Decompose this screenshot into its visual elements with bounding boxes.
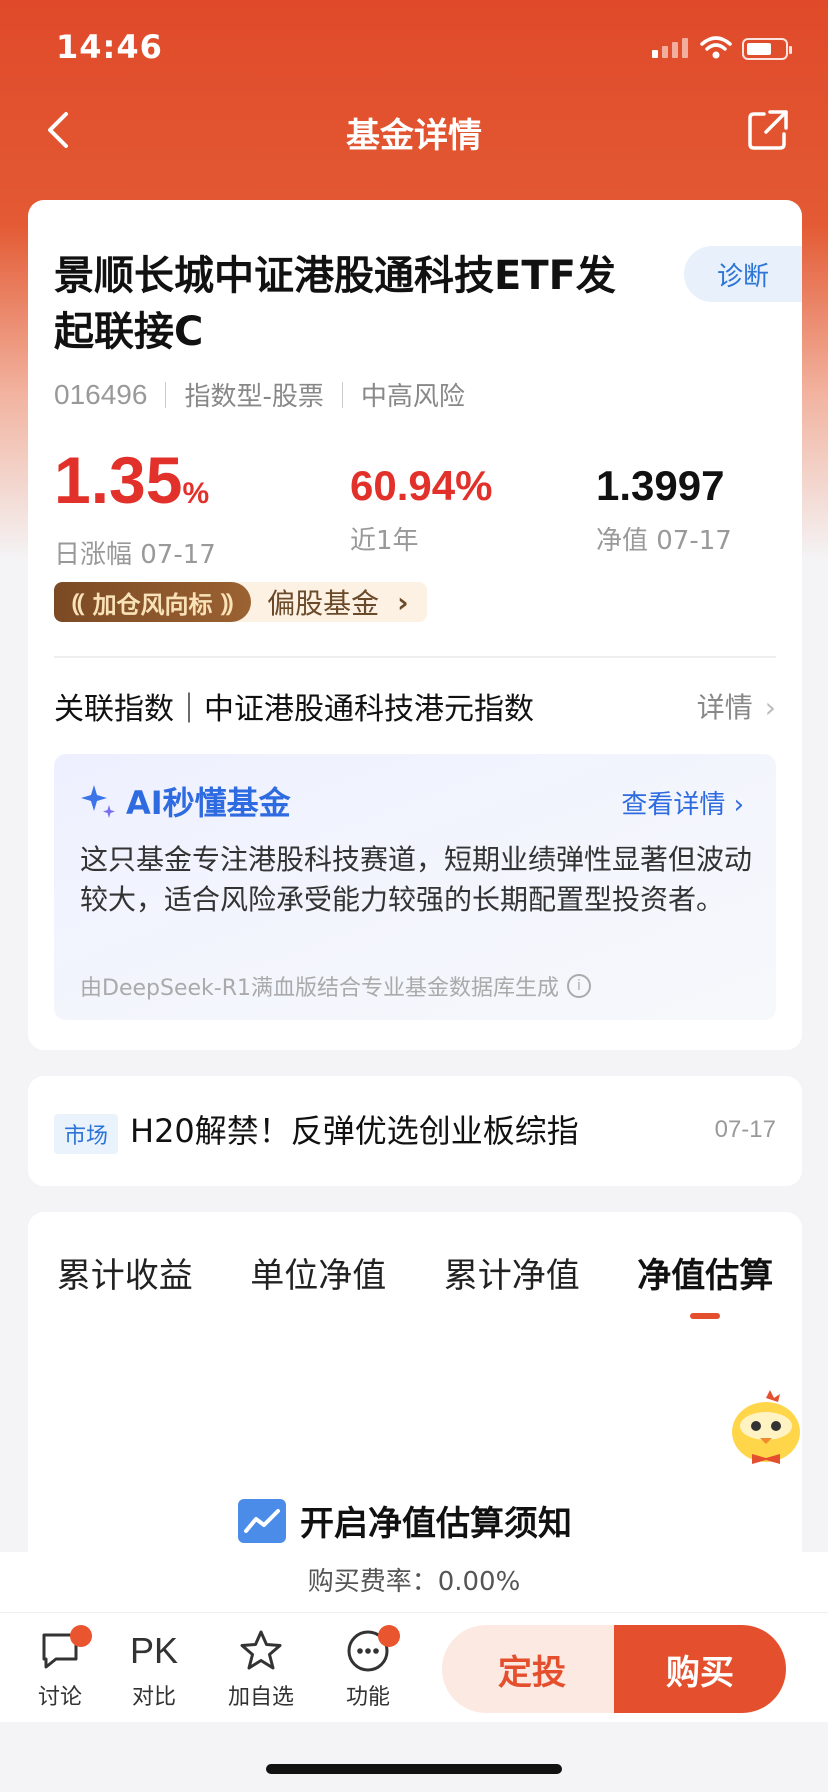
nav-label: 净值 07-17: [596, 526, 732, 556]
divider: [341, 381, 343, 408]
tab-unit-nav[interactable]: 单位净值: [250, 1248, 386, 1319]
year-return-value: 60.94%: [350, 462, 493, 509]
nav-estimate-notice[interactable]: 开启净值估算须知: [238, 1496, 572, 1545]
chevron-right-icon: ›: [397, 585, 409, 619]
auto-invest-button[interactable]: 定投: [442, 1625, 622, 1713]
nav-stat: 1.3997 净值 07-17: [596, 456, 732, 557]
pk-icon: PK: [129, 1630, 179, 1671]
page-title: 基金详情: [346, 116, 482, 156]
add-watchlist-label: 加自选: [227, 1685, 294, 1710]
trend-chart-icon: [238, 1498, 286, 1543]
related-index-label: 关联指数｜中证港股通科技港元指数: [54, 692, 534, 727]
buy-button[interactable]: 购买: [614, 1625, 786, 1713]
diagnose-button[interactable]: 诊断: [684, 246, 802, 302]
ai-title: AI秒懂基金: [78, 778, 291, 824]
fund-summary-card: 景顺长城中证港股通科技ETF发起联接C 诊断 016496 指数型-股票 中高风…: [28, 200, 802, 1050]
chart-tabs: 累计收益 单位净值 累计净值 净值估算: [28, 1248, 802, 1319]
ai-summary-text: 这只基金专注港股科技赛道，短期业绩弹性显著但波动较大，适合风险承受能力较强的长期…: [80, 843, 753, 916]
wind-badge-label: ⸨ 加仓风向标 ⸩: [54, 582, 252, 622]
daily-change-value: 1.35%: [54, 443, 210, 517]
wifi-icon: [700, 36, 732, 59]
bottom-toolbar: 讨论 PK 对比 加自选 功能 定投 购买: [0, 1612, 828, 1722]
year-return-label: 近1年: [350, 526, 419, 556]
fund-code: 016496: [54, 378, 148, 410]
discuss-button[interactable]: 讨论: [20, 1623, 100, 1711]
ai-details-link[interactable]: 查看详情 ›: [621, 784, 744, 821]
status-bar: 14:46: [0, 0, 828, 100]
purchase-fee-rate: 购买费率：0.00%: [0, 1552, 828, 1612]
news-date: 07-17: [714, 1116, 776, 1143]
compare-label: 对比: [131, 1685, 176, 1710]
nav-bar: 基金详情: [0, 100, 828, 160]
compare-button[interactable]: PK 对比: [114, 1623, 194, 1711]
fund-meta: 016496 指数型-股票 中高风险: [54, 376, 465, 413]
nav-value: 1.3997: [596, 462, 725, 509]
fund-type: 指数型-股票: [184, 382, 324, 412]
news-tag: 市场: [54, 1114, 119, 1154]
year-return-stat: 60.94% 近1年: [350, 456, 492, 557]
discuss-label: 讨论: [37, 1685, 82, 1710]
tab-cumulative-return[interactable]: 累计收益: [57, 1248, 193, 1319]
info-icon[interactable]: i: [566, 974, 591, 998]
chevron-right-icon: ›: [764, 691, 776, 724]
tab-cumulative-nav[interactable]: 累计净值: [444, 1248, 580, 1319]
related-index-row[interactable]: 关联指数｜中证港股通科技港元指数 详情 ›: [54, 676, 776, 736]
divider: [165, 381, 167, 408]
fund-name: 景顺长城中证港股通科技ETF发起联接C: [54, 253, 616, 355]
notification-dot: [70, 1625, 92, 1647]
wind-indicator-badge[interactable]: ⸨ 加仓风向标 ⸩ 偏股基金 ›: [54, 582, 427, 622]
cellular-signal-icon: [652, 38, 688, 58]
chevron-right-icon: ›: [733, 790, 744, 820]
tab-nav-estimate[interactable]: 净值估算: [637, 1248, 773, 1319]
add-watchlist-button[interactable]: 加自选: [221, 1623, 301, 1711]
functions-button[interactable]: 功能: [328, 1623, 408, 1711]
news-title: H20解禁！反弹优选创业板综指: [130, 1112, 579, 1150]
wind-badge-category: 偏股基金 ›: [231, 582, 427, 622]
ai-summary-box: AI秒懂基金 查看详情 › 这只基金专注港股科技赛道，短期业绩弹性显著但波动较大…: [54, 754, 776, 1020]
fund-risk: 中高风险: [360, 382, 465, 412]
star-icon: [240, 1630, 282, 1670]
daily-change-stat: 1.35% 日涨幅 07-17: [54, 440, 216, 571]
share-icon[interactable]: [746, 108, 790, 152]
daily-change-label: 日涨幅 07-17: [54, 540, 216, 570]
divider: [54, 656, 776, 658]
notification-dot: [378, 1625, 400, 1647]
battery-icon: [742, 38, 792, 60]
related-index-more[interactable]: 详情 ›: [697, 686, 776, 726]
sparkle-icon: [81, 785, 115, 818]
news-card[interactable]: 市场 H20解禁！反弹优选创业板综指 07-17: [28, 1076, 802, 1186]
ai-source-note: 由DeepSeek-R1满血版结合专业基金数据库生成 i: [80, 970, 591, 1002]
functions-label: 功能: [345, 1685, 390, 1710]
mascot-assistant-icon[interactable]: [722, 1388, 806, 1472]
home-indicator: [266, 1764, 562, 1774]
status-time: 14:46: [56, 28, 163, 66]
